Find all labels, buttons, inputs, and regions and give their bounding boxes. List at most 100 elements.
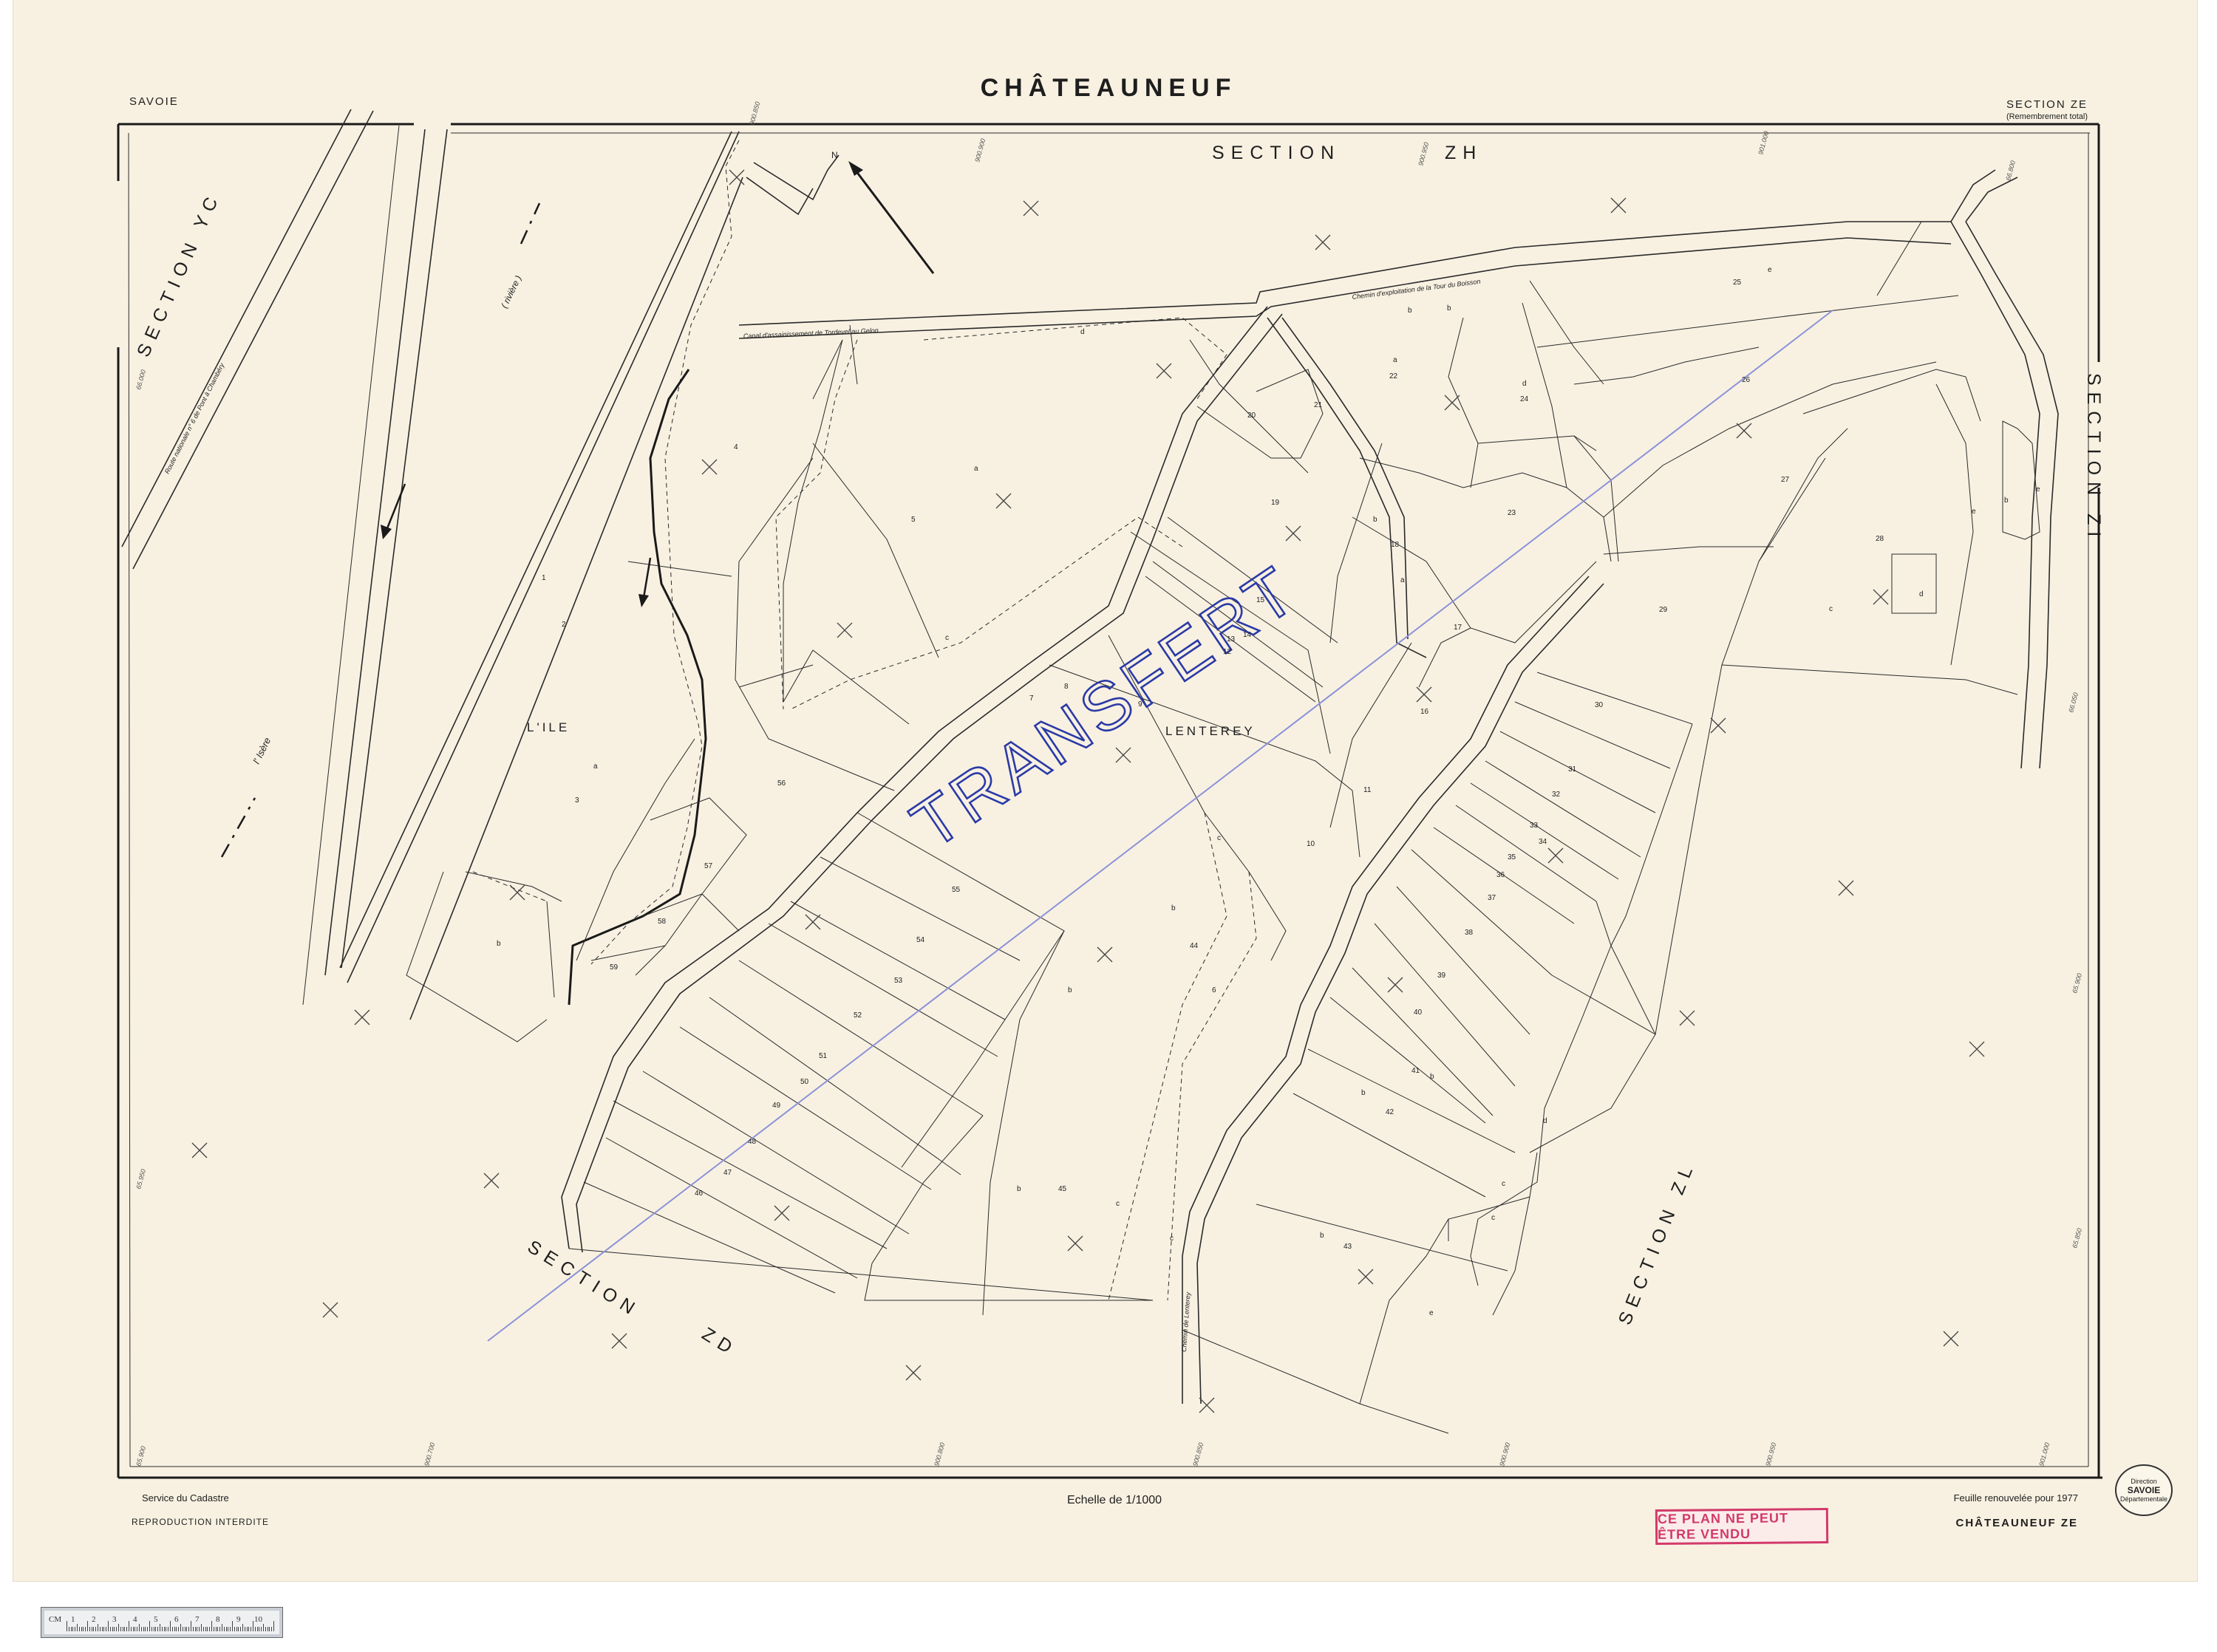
ruler-tick xyxy=(246,1627,248,1631)
lot-2: 2 xyxy=(562,621,566,629)
ruler-number: 5 xyxy=(154,1615,158,1624)
lot-13: 13 xyxy=(1227,635,1236,644)
lot-5: 5 xyxy=(911,516,916,524)
lot-34: 34 xyxy=(1539,838,1547,846)
ruler-tick xyxy=(81,1627,82,1631)
ruler-tick xyxy=(209,1627,211,1631)
lot-31: 31 xyxy=(1568,765,1577,774)
map-title: CHÂTEAUNEUF xyxy=(981,74,1237,102)
coord-top-3: 900.950 xyxy=(1417,141,1430,166)
coord-bottom-1: 900.700 xyxy=(423,1441,436,1467)
lot-45: 45 xyxy=(1058,1185,1067,1193)
lot-36: 36 xyxy=(1496,871,1505,879)
lot-49: 49 xyxy=(772,1102,781,1110)
ruler-tick xyxy=(70,1627,72,1631)
lot-26: 26 xyxy=(1742,376,1751,384)
ruler-tick xyxy=(83,1627,84,1631)
letter-a: a xyxy=(974,465,978,473)
lot-59: 59 xyxy=(610,963,619,972)
coord-right-3: 65.900 xyxy=(2071,972,2083,994)
footer-renewed: Feuille renouvelée pour 1977 xyxy=(1954,1492,2078,1503)
ruler-tick xyxy=(101,1627,103,1631)
lot-9: 9 xyxy=(1138,700,1142,709)
ruler-tick xyxy=(271,1627,273,1631)
ruler-number: 6 xyxy=(174,1615,179,1624)
ruler-tick xyxy=(178,1627,180,1631)
section-west-label: SECTION YC xyxy=(133,188,225,361)
ruler-tick xyxy=(126,1627,128,1631)
ruler-tick xyxy=(261,1627,262,1631)
section-sw-code: ZD xyxy=(698,1323,741,1361)
ruler-tick xyxy=(72,1627,74,1631)
coord-bottom-6: 901.000 xyxy=(2037,1441,2051,1467)
ruler-tick xyxy=(139,1624,140,1631)
lot-30: 30 xyxy=(1595,701,1604,709)
ruler-tick xyxy=(188,1627,190,1631)
isere-line xyxy=(220,202,541,858)
letter-d: d xyxy=(1080,328,1085,336)
ruler-tick xyxy=(95,1627,97,1631)
lot-44: 44 xyxy=(1190,942,1199,950)
ruler-tick xyxy=(199,1627,200,1631)
not-for-sale-stamp: CE PLAN NE PEUT ÊTRE VENDU xyxy=(1655,1507,1829,1546)
ruler-number: 2 xyxy=(92,1615,96,1624)
ruler-tick xyxy=(242,1624,243,1631)
subparcel-letters: a a a a b b b b b b b b b b b c c c c c … xyxy=(497,266,2040,1317)
ruler-tick xyxy=(78,1627,80,1631)
lot-14: 14 xyxy=(1243,631,1252,639)
ruler-tick xyxy=(240,1627,242,1631)
ruler-tick xyxy=(145,1627,146,1631)
parcel-boundaries xyxy=(406,221,2040,1434)
lot-11: 11 xyxy=(1363,786,1372,794)
letter-b: b xyxy=(497,940,501,948)
lot-38: 38 xyxy=(1465,929,1474,937)
ruler-tick xyxy=(232,1621,233,1631)
lot-12: 12 xyxy=(1223,648,1232,656)
scale-ruler: CM 1 2 3 4 5 6 7 8 9 10 xyxy=(41,1607,283,1638)
north-arrow: N xyxy=(831,150,935,274)
ruler-number: 3 xyxy=(112,1615,117,1624)
ruler-tick xyxy=(236,1627,237,1631)
lot-22: 22 xyxy=(1389,372,1398,380)
letter-a: a xyxy=(1400,576,1405,584)
ruler-tick xyxy=(254,1627,256,1631)
lot-25: 25 xyxy=(1733,279,1742,287)
ruler-tick xyxy=(77,1624,78,1631)
cadastral-map: N CHÂTEAUNEUF SAVOIE SECTION ZE (Remembr… xyxy=(117,74,2104,1529)
lot-54: 54 xyxy=(916,936,925,944)
ruler-tick xyxy=(176,1627,177,1631)
letter-c: c xyxy=(1502,1180,1505,1188)
coord-left-3: 65.900 xyxy=(134,1445,147,1467)
ruler-tick xyxy=(234,1627,235,1631)
lot-46: 46 xyxy=(695,1189,704,1198)
lot-52: 52 xyxy=(854,1011,862,1020)
footer-sheet-id: CHÂTEAUNEUF ZE xyxy=(1956,1516,2079,1529)
ruler-tick xyxy=(230,1627,231,1631)
ruler-tick xyxy=(120,1627,121,1631)
handwritten-transfert: TRANSFERT xyxy=(899,551,1311,864)
department-label: SAVOIE xyxy=(129,95,179,108)
ruler-tick xyxy=(124,1627,126,1631)
ruler-tick xyxy=(87,1621,88,1631)
footer-reproduction: REPRODUCTION INTERDITE xyxy=(132,1517,269,1527)
ruler-tick xyxy=(263,1624,264,1631)
letter-e: e xyxy=(1768,266,1772,274)
ruler-tick xyxy=(202,1627,204,1631)
ruler-body: CM 1 2 3 4 5 6 7 8 9 10 xyxy=(44,1611,279,1634)
ruler-tick xyxy=(223,1627,225,1631)
lot-39: 39 xyxy=(1437,972,1446,980)
ruler-tick xyxy=(174,1627,175,1631)
lot-56: 56 xyxy=(777,779,786,788)
letter-c: c xyxy=(1116,1200,1120,1208)
letter-c: c xyxy=(1217,834,1221,842)
coord-bottom-4: 900.900 xyxy=(1498,1441,1511,1467)
lot-17: 17 xyxy=(1454,624,1462,632)
letter-b: b xyxy=(1408,307,1412,315)
letter-c: c xyxy=(945,634,949,642)
ruler-tick xyxy=(265,1627,266,1631)
ruler-tick xyxy=(192,1627,194,1631)
ruler-tick xyxy=(99,1627,101,1631)
ruler-number: 4 xyxy=(133,1615,137,1624)
ruler-tick xyxy=(180,1624,181,1631)
ruler-tick xyxy=(225,1627,227,1631)
